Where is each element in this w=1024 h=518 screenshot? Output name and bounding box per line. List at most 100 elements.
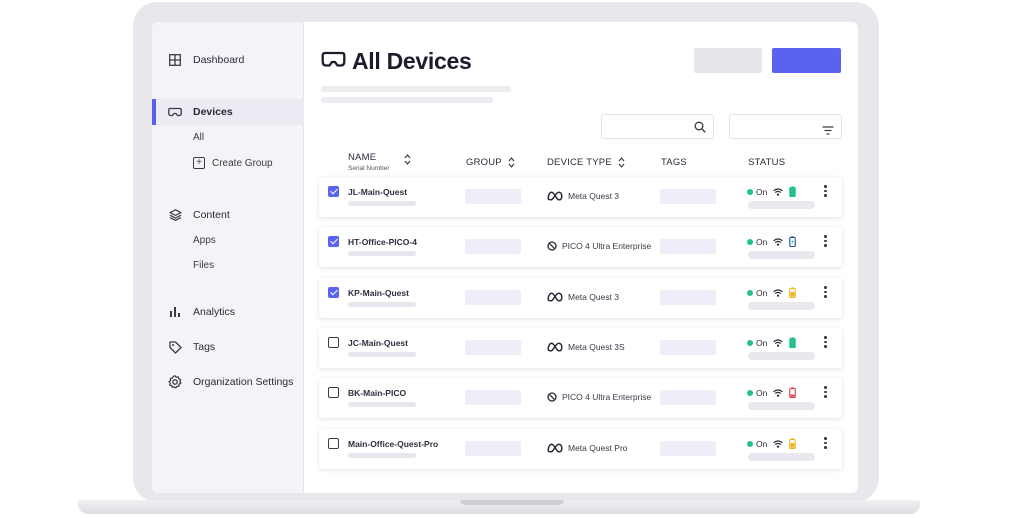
page-title: All Devices xyxy=(352,48,472,74)
sidebar-item-content[interactable]: Content xyxy=(152,202,304,228)
more-options-icon[interactable] xyxy=(824,437,827,449)
column-header-status: STATUS xyxy=(748,157,786,168)
status-placeholder xyxy=(748,201,815,209)
device-status: On xyxy=(747,186,797,197)
row-checkbox[interactable] xyxy=(328,236,339,247)
meta-logo-icon xyxy=(547,292,563,302)
battery-icon xyxy=(789,186,797,197)
sort-icon[interactable] xyxy=(508,157,515,168)
sidebar-subitem-apps[interactable]: Apps xyxy=(193,235,216,246)
serial-placeholder xyxy=(348,402,416,407)
column-header-name[interactable]: NAME xyxy=(348,150,411,165)
row-checkbox[interactable] xyxy=(328,186,339,197)
device-name[interactable]: JL-Main-Quest xyxy=(348,187,407,197)
main-content: All Devices NAME Serial Number GROUP DEV… xyxy=(305,22,858,493)
sidebar-item-dashboard[interactable]: Dashboard xyxy=(152,47,304,73)
device-type: Meta Quest Pro xyxy=(547,443,628,453)
tags-placeholder xyxy=(660,441,716,456)
battery-icon xyxy=(789,438,797,449)
pico-logo-icon xyxy=(547,241,557,251)
pico-logo-icon xyxy=(547,392,557,402)
sidebar-item-tags[interactable]: Tags xyxy=(152,334,304,360)
table-row[interactable]: BK-Main-PICO PICO 4 Ultra Enterprise On xyxy=(319,378,842,418)
wifi-icon xyxy=(773,288,784,297)
more-options-icon[interactable] xyxy=(824,185,827,197)
secondary-button[interactable] xyxy=(694,48,762,73)
meta-logo-icon xyxy=(547,191,563,201)
layers-icon xyxy=(168,208,182,222)
tags-placeholder xyxy=(660,340,716,355)
status-dot-icon xyxy=(747,389,753,396)
wifi-icon xyxy=(773,187,784,196)
row-checkbox[interactable] xyxy=(328,438,339,449)
vr-headset-icon xyxy=(321,51,346,73)
sidebar-item-analytics[interactable]: Analytics xyxy=(152,299,304,325)
battery-icon xyxy=(789,287,797,298)
search-input[interactable] xyxy=(601,114,714,139)
sidebar-subitem-files[interactable]: Files xyxy=(193,260,214,271)
battery-icon xyxy=(789,337,797,348)
tag-icon xyxy=(168,340,182,354)
device-status: On xyxy=(747,387,797,398)
sidebar-item-organization-settings[interactable]: Organization Settings xyxy=(152,369,304,395)
group-placeholder xyxy=(465,239,521,254)
column-header-device-type[interactable]: DEVICE TYPE xyxy=(547,157,625,168)
plus-icon: + xyxy=(193,157,205,169)
meta-logo-icon xyxy=(547,443,563,453)
row-checkbox[interactable] xyxy=(328,387,339,398)
more-options-icon[interactable] xyxy=(824,235,827,247)
subtitle-placeholder xyxy=(321,86,511,92)
device-name[interactable]: Main-Office-Quest-Pro xyxy=(348,439,438,449)
app-window: Dashboard Devices All + Create Group Con… xyxy=(152,22,858,493)
wifi-icon xyxy=(773,338,784,347)
subtitle-placeholder xyxy=(321,97,493,103)
primary-button[interactable] xyxy=(772,48,841,73)
page-header: All Devices xyxy=(321,48,472,75)
device-name[interactable]: JC-Main-Quest xyxy=(348,338,408,348)
table-row[interactable]: HT-Office-PICO-4 PICO 4 Ultra Enterprise O… xyxy=(319,227,842,267)
laptop-notch xyxy=(460,500,564,505)
sidebar-item-label: Dashboard xyxy=(193,54,245,66)
serial-placeholder xyxy=(348,201,416,206)
more-options-icon[interactable] xyxy=(824,336,827,348)
device-name[interactable]: HT-Office-PICO-4 xyxy=(348,237,417,247)
grid-icon xyxy=(168,53,182,67)
status-placeholder xyxy=(748,251,815,259)
wifi-icon xyxy=(773,388,784,397)
status-dot-icon xyxy=(747,289,753,296)
table-row[interactable]: JL-Main-Quest Meta Quest 3 On xyxy=(319,177,842,217)
sidebar-subitem-all[interactable]: All xyxy=(193,132,204,143)
more-options-icon[interactable] xyxy=(824,286,827,298)
device-type: PICO 4 Ultra Enterprise xyxy=(547,241,651,251)
sidebar-item-label: Content xyxy=(193,209,230,221)
sort-icon[interactable] xyxy=(618,157,625,168)
device-status: On xyxy=(747,337,797,348)
table-row[interactable]: KP-Main-Quest Meta Quest 3 On xyxy=(319,278,842,318)
sidebar-subitem-create-group[interactable]: + Create Group xyxy=(193,157,273,169)
sidebar-item-label: Organization Settings xyxy=(193,376,294,388)
serial-placeholder xyxy=(348,453,416,458)
more-options-icon[interactable] xyxy=(824,386,827,398)
device-name[interactable]: KP-Main-Quest xyxy=(348,288,409,298)
row-checkbox[interactable] xyxy=(328,287,339,298)
sidebar-item-devices[interactable]: Devices xyxy=(152,99,304,125)
filter-icon xyxy=(822,122,834,140)
filter-select[interactable] xyxy=(729,114,842,139)
status-placeholder xyxy=(748,302,815,310)
serial-placeholder xyxy=(348,302,416,307)
table-row[interactable]: JC-Main-Quest Meta Quest 3S On xyxy=(319,328,842,368)
device-type: PICO 4 Ultra Enterprise xyxy=(547,392,651,402)
gear-icon xyxy=(168,375,182,389)
status-placeholder xyxy=(748,402,815,410)
status-placeholder xyxy=(748,352,815,360)
bar-chart-icon xyxy=(168,305,182,319)
row-checkbox[interactable] xyxy=(328,337,339,348)
sort-icon[interactable] xyxy=(404,154,411,165)
vr-headset-icon xyxy=(168,105,182,119)
status-dot-icon xyxy=(747,339,753,346)
table-row[interactable]: Main-Office-Quest-Pro Meta Quest Pro On xyxy=(319,429,842,469)
column-header-group[interactable]: GROUP xyxy=(466,157,515,168)
tags-placeholder xyxy=(660,239,716,254)
device-name[interactable]: BK-Main-PICO xyxy=(348,388,406,398)
group-placeholder xyxy=(465,189,521,204)
